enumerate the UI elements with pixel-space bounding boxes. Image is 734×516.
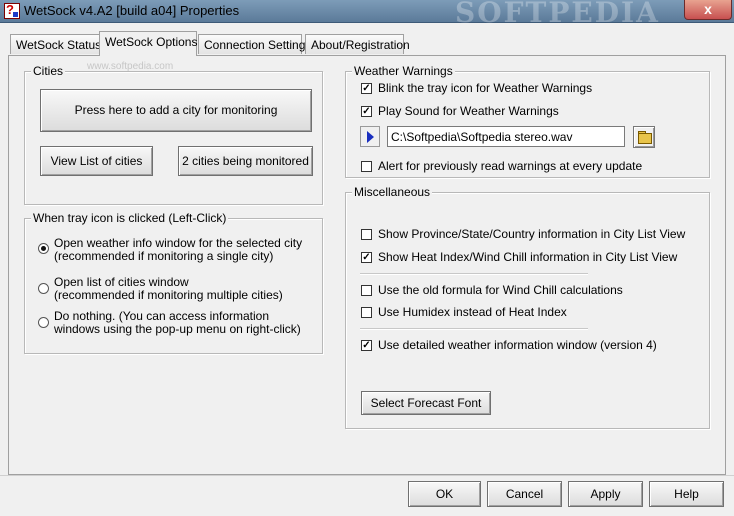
- tray-option-open-weather-label: Open weather info window for the selecte…: [54, 237, 302, 263]
- cities-group-title: Cities: [31, 64, 66, 78]
- humidex-label: Use Humidex instead of Heat Index: [378, 305, 567, 319]
- old-wind-chill-label: Use the old formula for Wind Chill calcu…: [378, 283, 623, 297]
- add-city-button[interactable]: Press here to add a city for monitoring: [40, 89, 312, 132]
- blink-tray-checkbox[interactable]: ✓: [361, 83, 372, 94]
- window-title: WetSock v4.A2 [build a04] Properties: [24, 3, 240, 18]
- tray-option-open-list-label: Open list of cities window (recommended …: [54, 276, 283, 302]
- cancel-label: Cancel: [505, 487, 544, 501]
- humidex-checkbox[interactable]: [361, 307, 372, 318]
- watermark-url: www.softpedia.com: [87, 61, 174, 72]
- tab-label: WetSock Status: [16, 38, 102, 52]
- apply-button[interactable]: Apply: [568, 481, 643, 507]
- show-heat-index-checkbox[interactable]: ✓: [361, 252, 372, 263]
- tray-option-open-list-radio[interactable]: [38, 283, 49, 294]
- close-button[interactable]: x: [684, 0, 732, 20]
- view-cities-label: View List of cities: [50, 154, 143, 168]
- select-forecast-font-label: Select Forecast Font: [370, 396, 482, 410]
- play-sound-label: Play Sound for Weather Warnings: [378, 104, 559, 118]
- title-bar: ? WetSock v4.A2 [build a04] Properties S…: [0, 0, 734, 29]
- help-button[interactable]: Help: [649, 481, 724, 507]
- weather-warnings-group-title: Weather Warnings: [352, 64, 455, 78]
- detailed-window-label: Use detailed weather information window …: [378, 338, 657, 352]
- old-wind-chill-checkbox[interactable]: [361, 285, 372, 296]
- view-cities-button[interactable]: View List of cities: [40, 146, 153, 176]
- tray-click-group-title: When tray icon is clicked (Left-Click): [31, 211, 229, 225]
- cancel-button[interactable]: Cancel: [487, 481, 562, 507]
- tab-strip: WetSock Status WetSock Options Connectio…: [0, 22, 734, 56]
- tab-wetsock-options[interactable]: WetSock Options: [99, 31, 197, 56]
- play-sound-checkbox[interactable]: ✓: [361, 106, 372, 117]
- browse-folder-icon[interactable]: [633, 126, 655, 148]
- ok-button[interactable]: OK: [408, 481, 481, 507]
- detailed-window-checkbox[interactable]: ✓: [361, 340, 372, 351]
- tab-wetsock-status[interactable]: WetSock Status: [10, 34, 102, 54]
- tab-about-registration[interactable]: About/Registration: [305, 34, 410, 54]
- app-icon: ?: [4, 2, 20, 19]
- tab-label: Connection Settings: [204, 38, 312, 52]
- miscellaneous-group-title: Miscellaneous: [352, 185, 433, 199]
- tab-label: WetSock Options: [105, 35, 198, 49]
- show-province-label: Show Province/State/Country information …: [378, 227, 686, 241]
- option-line: windows using the pop-up menu on right-c…: [54, 322, 301, 336]
- sound-file-input[interactable]: C:\Softpedia\Softpedia stereo.wav: [387, 126, 625, 147]
- apply-label: Apply: [590, 487, 621, 501]
- play-sound-icon[interactable]: [360, 126, 380, 147]
- show-heat-index-label: Show Heat Index/Wind Chill information i…: [378, 250, 678, 264]
- help-label: Help: [674, 487, 699, 501]
- option-line: (recommended if monitoring multiple citi…: [54, 288, 283, 302]
- tray-option-do-nothing-radio[interactable]: [38, 317, 49, 328]
- alert-previous-checkbox[interactable]: [361, 161, 372, 172]
- divider: [360, 273, 588, 275]
- cities-monitored-label: 2 cities being monitored: [182, 154, 309, 168]
- footer-divider: [0, 475, 734, 476]
- tab-connection-settings[interactable]: Connection Settings: [198, 34, 311, 54]
- tray-option-do-nothing-label: Do nothing. (You can access information …: [54, 310, 301, 336]
- tray-option-open-weather-radio[interactable]: [38, 243, 49, 254]
- cities-monitored-button[interactable]: 2 cities being monitored: [178, 146, 313, 176]
- option-line: (recommended if monitoring a single city…: [54, 249, 274, 263]
- tab-label: About/Registration: [311, 38, 410, 52]
- blink-tray-label: Blink the tray icon for Weather Warnings: [378, 81, 593, 95]
- select-forecast-font-button[interactable]: Select Forecast Font: [361, 391, 491, 415]
- show-province-checkbox[interactable]: [361, 229, 372, 240]
- ok-label: OK: [435, 487, 454, 501]
- alert-previous-label: Alert for previously read warnings at ev…: [378, 159, 643, 173]
- divider: [360, 328, 588, 330]
- add-city-label: Press here to add a city for monitoring: [74, 103, 278, 117]
